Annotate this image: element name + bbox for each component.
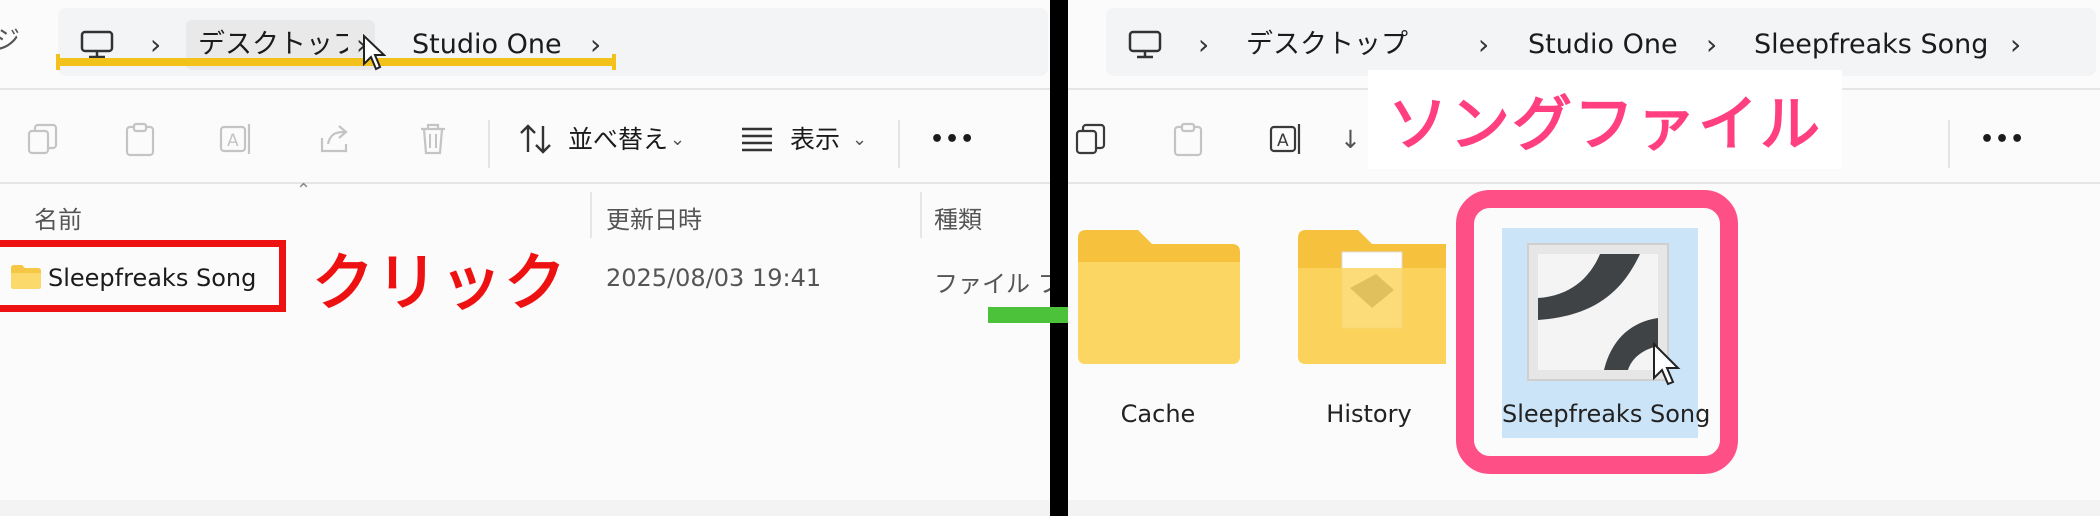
song-file-annotation: ソングファイル xyxy=(1368,70,1842,169)
folder-label: Cache xyxy=(1120,400,1196,428)
row-modified: 2025/08/03 19:41 xyxy=(606,264,822,292)
more-options-button[interactable]: ••• xyxy=(930,118,975,162)
toolbar-separator-line xyxy=(0,182,1050,184)
sort-caret-icon: ⌃ xyxy=(296,180,312,201)
rename-icon[interactable]: A xyxy=(218,122,254,156)
paste-icon[interactable] xyxy=(124,122,156,158)
right-explorer-window: › デスクトップ › Studio One › Sleepfreaks Song… xyxy=(1068,0,2100,516)
folder-label: History xyxy=(1326,400,1412,428)
sort-icon[interactable] xyxy=(518,122,554,156)
partial-share-icon[interactable]: ↓ xyxy=(1340,118,1361,162)
folder-icon xyxy=(1078,230,1240,364)
breadcrumb-desktop[interactable]: デスクトップ xyxy=(1246,20,1408,70)
click-annotation: クリック xyxy=(312,246,569,319)
address-bar[interactable]: › デスクトップ › Studio One › Sleepfreaks Song… xyxy=(1106,8,2096,76)
breadcrumb-sleepfreaks-song[interactable]: Sleepfreaks Song xyxy=(1754,20,1988,70)
address-separator xyxy=(0,88,1050,90)
yellow-underline xyxy=(56,58,616,66)
chevron-right-icon[interactable]: › xyxy=(2010,20,2021,70)
folder-item-history[interactable]: History xyxy=(1292,228,1468,438)
toolbar-separator xyxy=(1948,120,1950,168)
chevron-right-icon[interactable]: › xyxy=(1706,20,1717,70)
underline-cap-left xyxy=(56,54,60,70)
pink-highlight-box xyxy=(1456,190,1738,474)
chevron-down-icon[interactable]: ⌄ xyxy=(670,118,685,162)
command-bar: A 並べ替え ⌄ 表示 ⌄ ••• xyxy=(0,94,1050,188)
more-options-button[interactable]: ••• xyxy=(1980,118,2025,162)
this-pc-icon[interactable] xyxy=(1128,30,1162,60)
status-bar xyxy=(0,500,1050,516)
share-icon[interactable] xyxy=(318,122,352,156)
rename-icon[interactable]: A xyxy=(1268,122,1304,156)
chevron-down-icon[interactable]: ⌄ xyxy=(852,118,867,162)
column-divider xyxy=(920,192,922,238)
svg-text:A: A xyxy=(227,131,239,151)
copy-icon[interactable] xyxy=(26,122,60,156)
toolbar-separator xyxy=(488,120,490,168)
edge-fragment: ジ xyxy=(0,26,21,56)
delete-icon[interactable] xyxy=(418,122,448,156)
copy-icon[interactable] xyxy=(1074,122,1108,156)
column-header-name[interactable]: 名前 xyxy=(34,200,82,235)
chevron-right-icon[interactable]: › xyxy=(1198,20,1209,70)
breadcrumb-studio-one[interactable]: Studio One xyxy=(1528,20,1678,70)
left-explorer-window: ジ › デスクトップ › Studio One › A 並べ替え ⌄ 表示 ⌄ … xyxy=(0,0,1050,516)
this-pc-icon[interactable] xyxy=(80,30,114,60)
sort-button[interactable]: 並べ替え xyxy=(568,118,668,162)
paste-icon[interactable] xyxy=(1172,122,1204,158)
chevron-right-icon[interactable]: › xyxy=(1478,20,1489,70)
svg-text:A: A xyxy=(1277,131,1289,151)
folder-with-document-icon xyxy=(1298,230,1446,364)
column-header-type[interactable]: 種類 xyxy=(934,200,982,235)
view-button[interactable]: 表示 xyxy=(790,118,840,162)
folder-item-cache[interactable]: Cache xyxy=(1072,228,1248,438)
panel-divider xyxy=(1050,0,1068,516)
toolbar-separator-line xyxy=(1068,182,2100,184)
column-header-modified[interactable]: 更新日時 xyxy=(606,200,702,235)
view-icon[interactable] xyxy=(740,126,774,152)
red-highlight-box xyxy=(0,240,286,312)
mouse-cursor-icon xyxy=(363,34,386,71)
column-divider xyxy=(590,192,592,238)
status-bar xyxy=(1068,500,2100,516)
underline-cap-right xyxy=(612,54,616,70)
toolbar-separator xyxy=(898,120,900,168)
